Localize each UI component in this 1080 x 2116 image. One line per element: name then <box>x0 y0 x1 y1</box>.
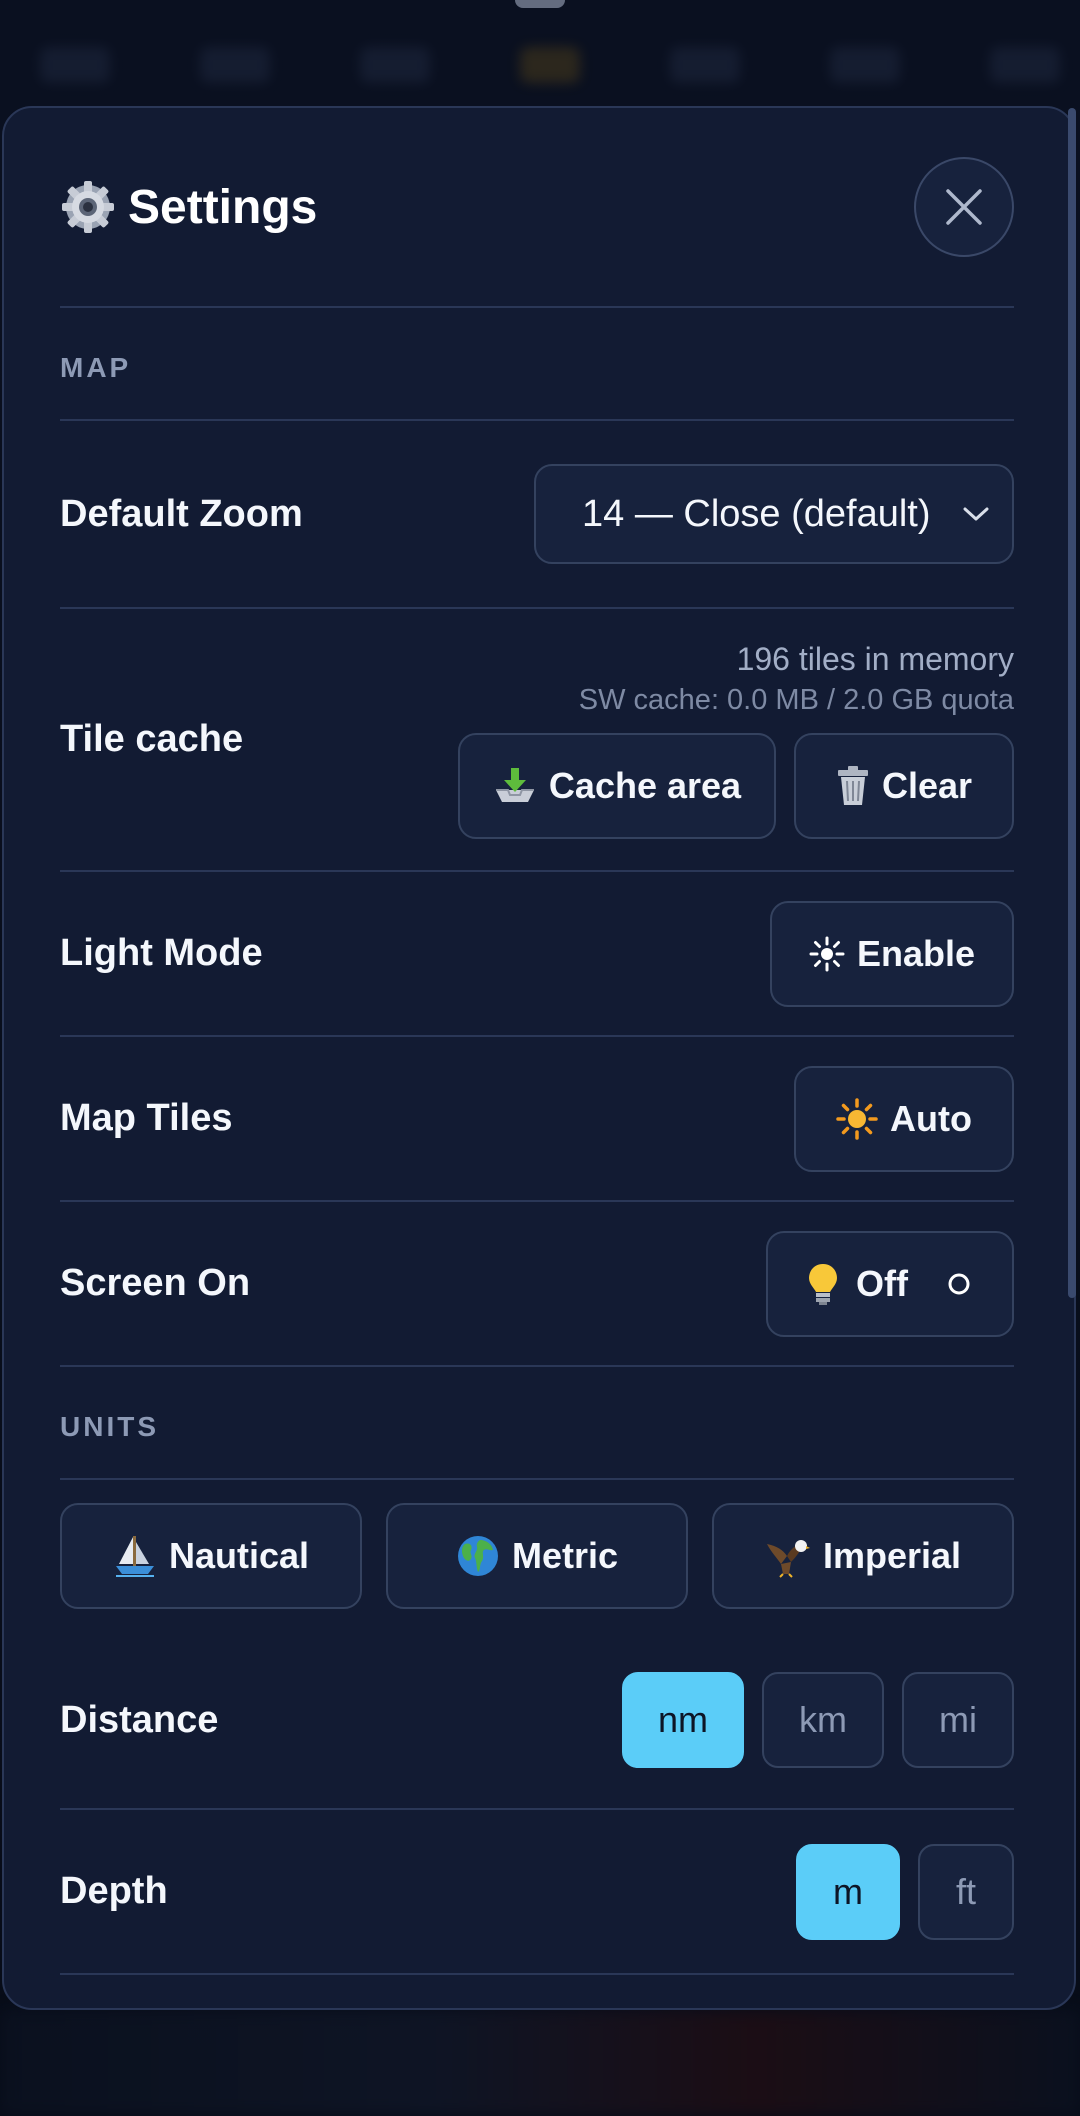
blurred-map-footer <box>0 2010 1080 2116</box>
depth-option-ft[interactable]: ft <box>918 1843 1014 1940</box>
next-row-active-option-peek <box>792 2008 868 2010</box>
light-mode-enable-button[interactable]: Enable <box>770 900 1014 1007</box>
depth-row: Depth m ft <box>60 1810 1014 1975</box>
distance-segmented-control: nm km mi <box>622 1672 1014 1768</box>
download-tray-icon <box>495 767 534 802</box>
light-mode-button-label: Enable <box>856 932 976 974</box>
light-mode-label: Light Mode <box>60 932 263 974</box>
settings-header: Settings <box>60 108 1014 308</box>
tile-cache-label: Tile cache <box>60 718 244 760</box>
sw-cache-text: SW cache: 0.0 MB / 2.0 GB quota <box>578 683 1014 716</box>
chevron-down-icon <box>963 507 989 521</box>
distance-option-mi[interactable]: mi <box>902 1672 1014 1768</box>
distance-row: Distance nm km mi <box>60 1632 1014 1810</box>
blurred-toolbar <box>0 20 1080 110</box>
close-button[interactable] <box>914 157 1014 257</box>
map-tiles-label: Map Tiles <box>60 1097 233 1139</box>
light-mode-row: Light Mode Enable <box>60 872 1014 1037</box>
tiles-in-memory-text: 196 tiles in memory <box>736 640 1014 677</box>
screen-on-toggle-button[interactable]: Off <box>766 1230 1014 1337</box>
clear-cache-button[interactable]: Clear <box>794 732 1014 839</box>
map-tiles-row: Map Tiles Auto <box>60 1037 1014 1202</box>
panel-scrollbar[interactable] <box>1068 108 1076 1298</box>
trash-icon <box>837 765 868 805</box>
eagle-icon <box>766 1540 810 1578</box>
tile-cache-row: Tile cache 196 tiles in memory SW cache:… <box>60 609 1014 872</box>
imperial-preset-button[interactable]: Imperial <box>712 1503 1014 1609</box>
sun-icon <box>836 1097 878 1140</box>
cache-area-button[interactable]: Cache area <box>458 732 776 839</box>
default-zoom-label: Default Zoom <box>60 492 303 535</box>
depth-segmented-control: m ft <box>796 1843 1014 1940</box>
depth-label: Depth <box>60 1870 168 1912</box>
off-indicator-icon <box>948 1273 970 1294</box>
distance-option-nm[interactable]: nm <box>622 1672 744 1768</box>
screen-on-label: Screen On <box>60 1262 251 1304</box>
imperial-label: Imperial <box>822 1535 962 1576</box>
drag-handle[interactable] <box>515 0 565 8</box>
units-preset-grid: Nautical Metric Imperial <box>60 1480 1014 1632</box>
nautical-preset-button[interactable]: Nautical <box>60 1503 362 1609</box>
settings-title: Settings <box>60 179 317 235</box>
map-section-label: MAP <box>60 308 1014 421</box>
sailboat-icon <box>115 1536 154 1577</box>
gear-icon <box>62 181 114 233</box>
close-icon <box>946 189 982 225</box>
distance-label: Distance <box>60 1698 219 1741</box>
distance-option-km[interactable]: km <box>762 1672 884 1768</box>
default-zoom-value: 14 — Close (default) <box>582 492 931 535</box>
tile-cache-controls: 196 tiles in memory SW cache: 0.0 MB / 2… <box>458 641 1014 839</box>
settings-panel: Settings MAP Default Zoom 14 — Close (de… <box>2 106 1076 2010</box>
units-section-label: UNITS <box>60 1367 1014 1480</box>
map-tiles-auto-button[interactable]: Auto <box>794 1065 1014 1172</box>
screen-on-button-label: Off <box>856 1262 908 1304</box>
nautical-label: Nautical <box>168 1535 310 1576</box>
map-tiles-button-label: Auto <box>890 1097 972 1139</box>
metric-preset-button[interactable]: Metric <box>386 1503 688 1609</box>
settings-title-text: Settings <box>128 180 318 234</box>
cache-area-label: Cache area <box>548 764 742 806</box>
default-zoom-select[interactable]: 14 — Close (default) <box>534 464 1014 564</box>
screen-on-row: Screen On Off <box>60 1202 1014 1367</box>
sun-outline-icon <box>809 936 845 971</box>
lightbulb-icon <box>809 1263 837 1305</box>
clear-label: Clear <box>881 764 973 806</box>
metric-label: Metric <box>511 1535 619 1576</box>
globe-icon <box>457 1536 498 1576</box>
depth-option-m[interactable]: m <box>796 1843 900 1940</box>
default-zoom-row: Default Zoom 14 — Close (default) <box>60 421 1014 609</box>
